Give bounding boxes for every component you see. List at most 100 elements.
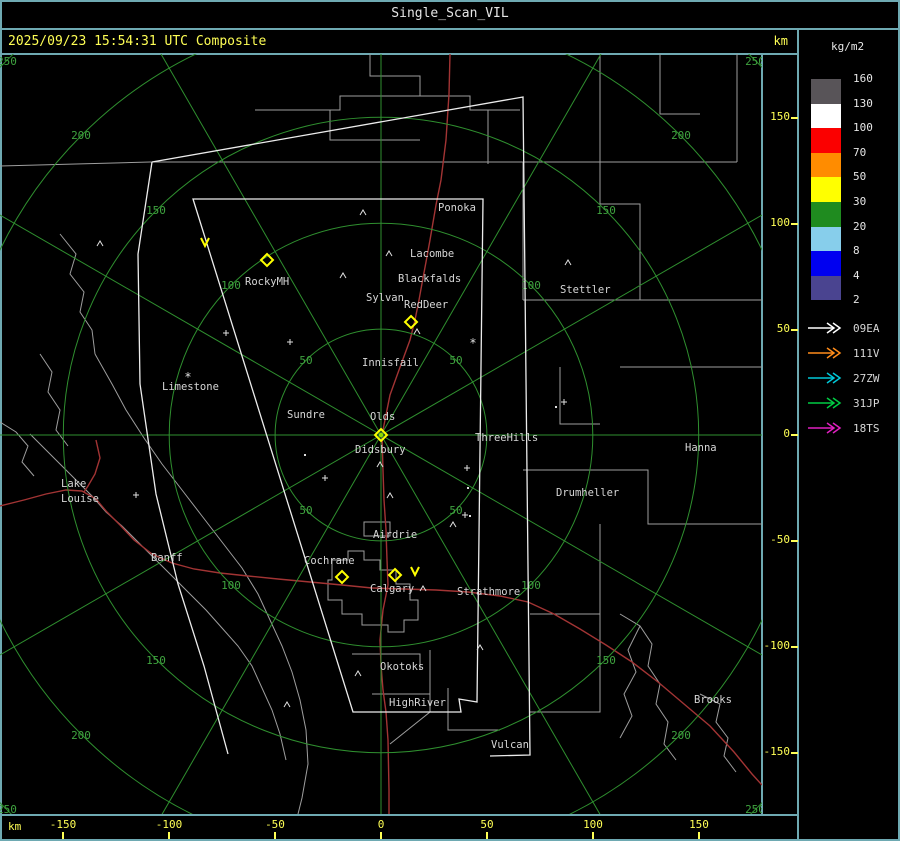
ring-distance-label: 100 (521, 579, 541, 592)
color-scale-swatch (811, 79, 841, 104)
ring-distance-label: 100 (221, 279, 241, 292)
bottom-axis-tick (698, 832, 700, 839)
town-plus-marker (322, 475, 328, 481)
ring-distance-label: 200 (71, 729, 91, 742)
town-plus-marker (133, 492, 139, 498)
ring-distance-label: 50 (299, 504, 312, 517)
city-label: Sundre (287, 409, 325, 421)
right-axis-tick-label: -50 (770, 533, 790, 546)
color-scale-value-label: 50 (853, 170, 867, 184)
bottom-axis-tick (486, 832, 488, 839)
town-caret-marker (413, 328, 421, 335)
radar-id-label: 27ZW (853, 371, 880, 385)
color-scale-swatch (811, 226, 841, 252)
town-plus-marker (561, 399, 567, 405)
city-labels: Ponoka Lacombe Blackfalds SylvanRedDeer Stet… (61, 202, 732, 751)
city-label: Drumheller (556, 487, 619, 499)
color-scale-value-label: 70 (853, 145, 867, 159)
window-title: Single_Scan_VIL (391, 6, 509, 21)
bottom-axis-tick (168, 832, 170, 839)
ring-distance-label: 200 (71, 129, 91, 142)
city-label: Brooks (694, 694, 732, 706)
frame-top (0, 0, 900, 2)
ring-distance-label: 100 (521, 279, 541, 292)
radar-direction-arrow-icon (808, 422, 842, 434)
bottom-axis-tick-label: -150 (49, 818, 77, 831)
city-label: Olds (370, 411, 395, 423)
storm-motion-arrow (410, 566, 420, 578)
ring-distance-label: 150 (146, 204, 166, 217)
color-scale-swatch (811, 275, 841, 301)
ring-distance-label: 100 (221, 579, 241, 592)
city-label: Hanna (685, 442, 717, 454)
ring-distance-label: 50 (449, 504, 462, 517)
city-label: Louise (61, 493, 99, 505)
right-axis-tick (791, 223, 798, 225)
bottom-axis-tick-label: -100 (155, 818, 183, 831)
bottom-axis-unit-label: km (8, 820, 22, 833)
town-caret-marker (449, 521, 457, 528)
color-scale-value-label: 4 (853, 268, 860, 282)
radar-app-window: Single_Scan_VIL 2025/09/23 15:54:31 UTC … (0, 0, 900, 841)
radar-legend-row: 111V (807, 346, 880, 360)
right-axis-tick-label: -100 (763, 639, 791, 652)
town-dot-marker (469, 515, 471, 517)
city-label: Blackfalds (398, 273, 461, 285)
radar-id-label: 31JP (853, 396, 880, 410)
town-caret-marker (386, 492, 394, 499)
city-label: ThreeHills (475, 432, 538, 444)
radar-direction-arrow-icon (808, 397, 842, 409)
town-caret-marker (339, 272, 347, 279)
bottom-axis-tick (592, 832, 594, 839)
right-axis-tick (791, 540, 798, 542)
right-axis-tick (791, 752, 798, 754)
city-label: Vulcan (491, 739, 529, 751)
town-dot-marker (304, 454, 306, 456)
bottom-axis-tick-label: 50 (480, 818, 494, 831)
radar-legend-row: 09EA (807, 321, 880, 335)
ring-distance-label: 200 (671, 129, 691, 142)
city-label: Didsbury (355, 444, 406, 456)
city-label: Cochrane (304, 555, 355, 567)
city-label: RedDeer (404, 299, 448, 311)
city-label: Banff (151, 552, 183, 564)
radar-site-marker (334, 569, 350, 585)
radar-direction-arrow-icon (808, 322, 842, 334)
bottom-axis-tick (380, 832, 382, 839)
town-plus-marker (462, 512, 468, 518)
color-scale-swatch (811, 152, 841, 178)
legend-panel: kg/m2 160 130 100 70 50 30 20 8 4 2 09EA 111V 27ZW 31… (799, 30, 900, 839)
ring-distance-label: 50 (299, 354, 312, 367)
town-markers: ** (96, 209, 572, 708)
right-axis-tick-label: -150 (763, 745, 791, 758)
city-label: RockyMH (245, 276, 289, 288)
color-scale-value-label: 160 (853, 72, 873, 85)
radar-direction-arrow-icon (808, 347, 842, 359)
bottom-axis-tick-label: -50 (265, 818, 285, 831)
color-scale-value-label: 2 (853, 293, 860, 307)
bottom-axis-tick-label: 150 (689, 818, 709, 831)
scan-timestamp: 2025/09/23 15:54:31 UTC Composite (8, 34, 267, 49)
ring-distance-label: 250 (745, 803, 762, 814)
color-scale-value-label: 20 (853, 219, 867, 233)
radar-map[interactable]: 50 50 50 50 100 100 100 100 150 150 150 150 200 200 20… (0, 54, 762, 814)
color-scale-swatch (811, 177, 841, 202)
radar-id-label: 111V (853, 346, 880, 360)
city-label: Strathmore (457, 586, 520, 598)
right-axis-unit-label: km (773, 34, 788, 48)
frame-title-separator (0, 28, 900, 30)
radar-site-marker (259, 252, 275, 268)
right-axis: 150 100 50 0 -50 -100 -150 (762, 54, 798, 814)
town-caret-marker (283, 701, 291, 708)
ring-distance-label: 250 (0, 55, 17, 68)
radar-id-label: 09EA (853, 321, 880, 335)
color-scale-swatch (811, 103, 841, 129)
city-label: Stettler (560, 284, 611, 296)
bottom-axis-tick (274, 832, 276, 839)
ring-distance-label: 150 (596, 654, 616, 667)
city-label: Sylvan (366, 292, 404, 304)
town-plus-marker (287, 339, 293, 345)
city-label: Airdrie (373, 529, 417, 541)
radar-site-marker (387, 567, 403, 583)
ring-distance-label: 150 (596, 204, 616, 217)
